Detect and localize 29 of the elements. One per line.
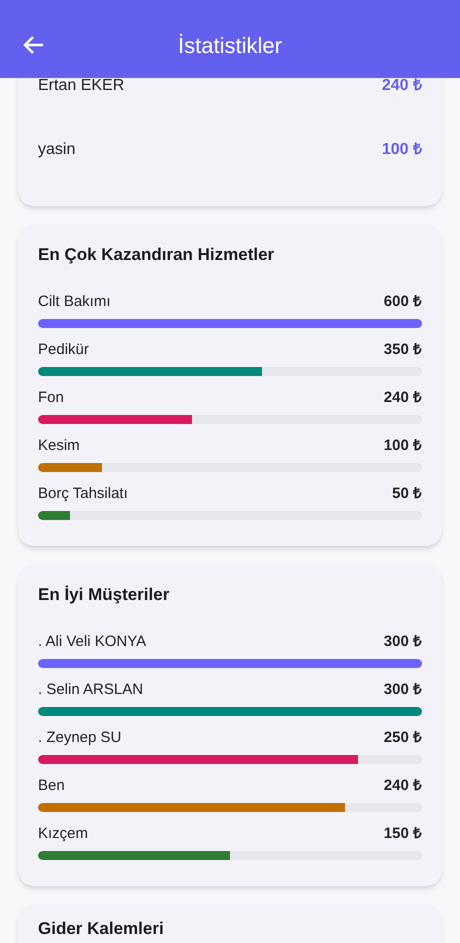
item-name: . Zeynep SU [38, 729, 122, 747]
item-name: Borç Tahsilatı [38, 485, 128, 503]
item-name: Fon [38, 389, 64, 407]
card-title: En İyi Müşteriler [38, 584, 170, 606]
item-amount: 240 ₺ [384, 777, 422, 795]
item-amount: 350 ₺ [384, 341, 422, 359]
card-title: En Çok Kazandıran Hizmetler [38, 244, 276, 266]
item-name: Pedikür [38, 341, 89, 359]
employee-amount: 240 ₺ [382, 78, 422, 96]
item-name: Cilt Bakımı [38, 293, 111, 311]
employee-name: yasin [38, 140, 76, 160]
item-amount: 50 ₺ [392, 485, 422, 503]
item-name: . Ali Veli KONYA [38, 633, 146, 651]
back-arrow-icon [22, 35, 44, 55]
item-amount: 250 ₺ [384, 729, 422, 747]
employee-name: Ertan EKER [38, 78, 124, 96]
item-name: Ben [38, 777, 65, 795]
item-amount: 600 ₺ [384, 293, 422, 311]
item-amount: 300 ₺ [384, 633, 422, 651]
card-title: Gider Kalemleri [38, 918, 165, 940]
employee-amount: 100 ₺ [382, 140, 422, 160]
item-amount: 240 ₺ [384, 389, 422, 407]
item-amount: 150 ₺ [384, 825, 422, 843]
item-name: Kızçem [38, 825, 88, 843]
item-amount: 300 ₺ [384, 681, 422, 699]
item-name: . Selin ARSLAN [38, 681, 144, 699]
item-amount: 100 ₺ [384, 437, 422, 455]
item-name: Kesim [38, 437, 80, 455]
screen-title: İstatistikler [178, 32, 282, 60]
